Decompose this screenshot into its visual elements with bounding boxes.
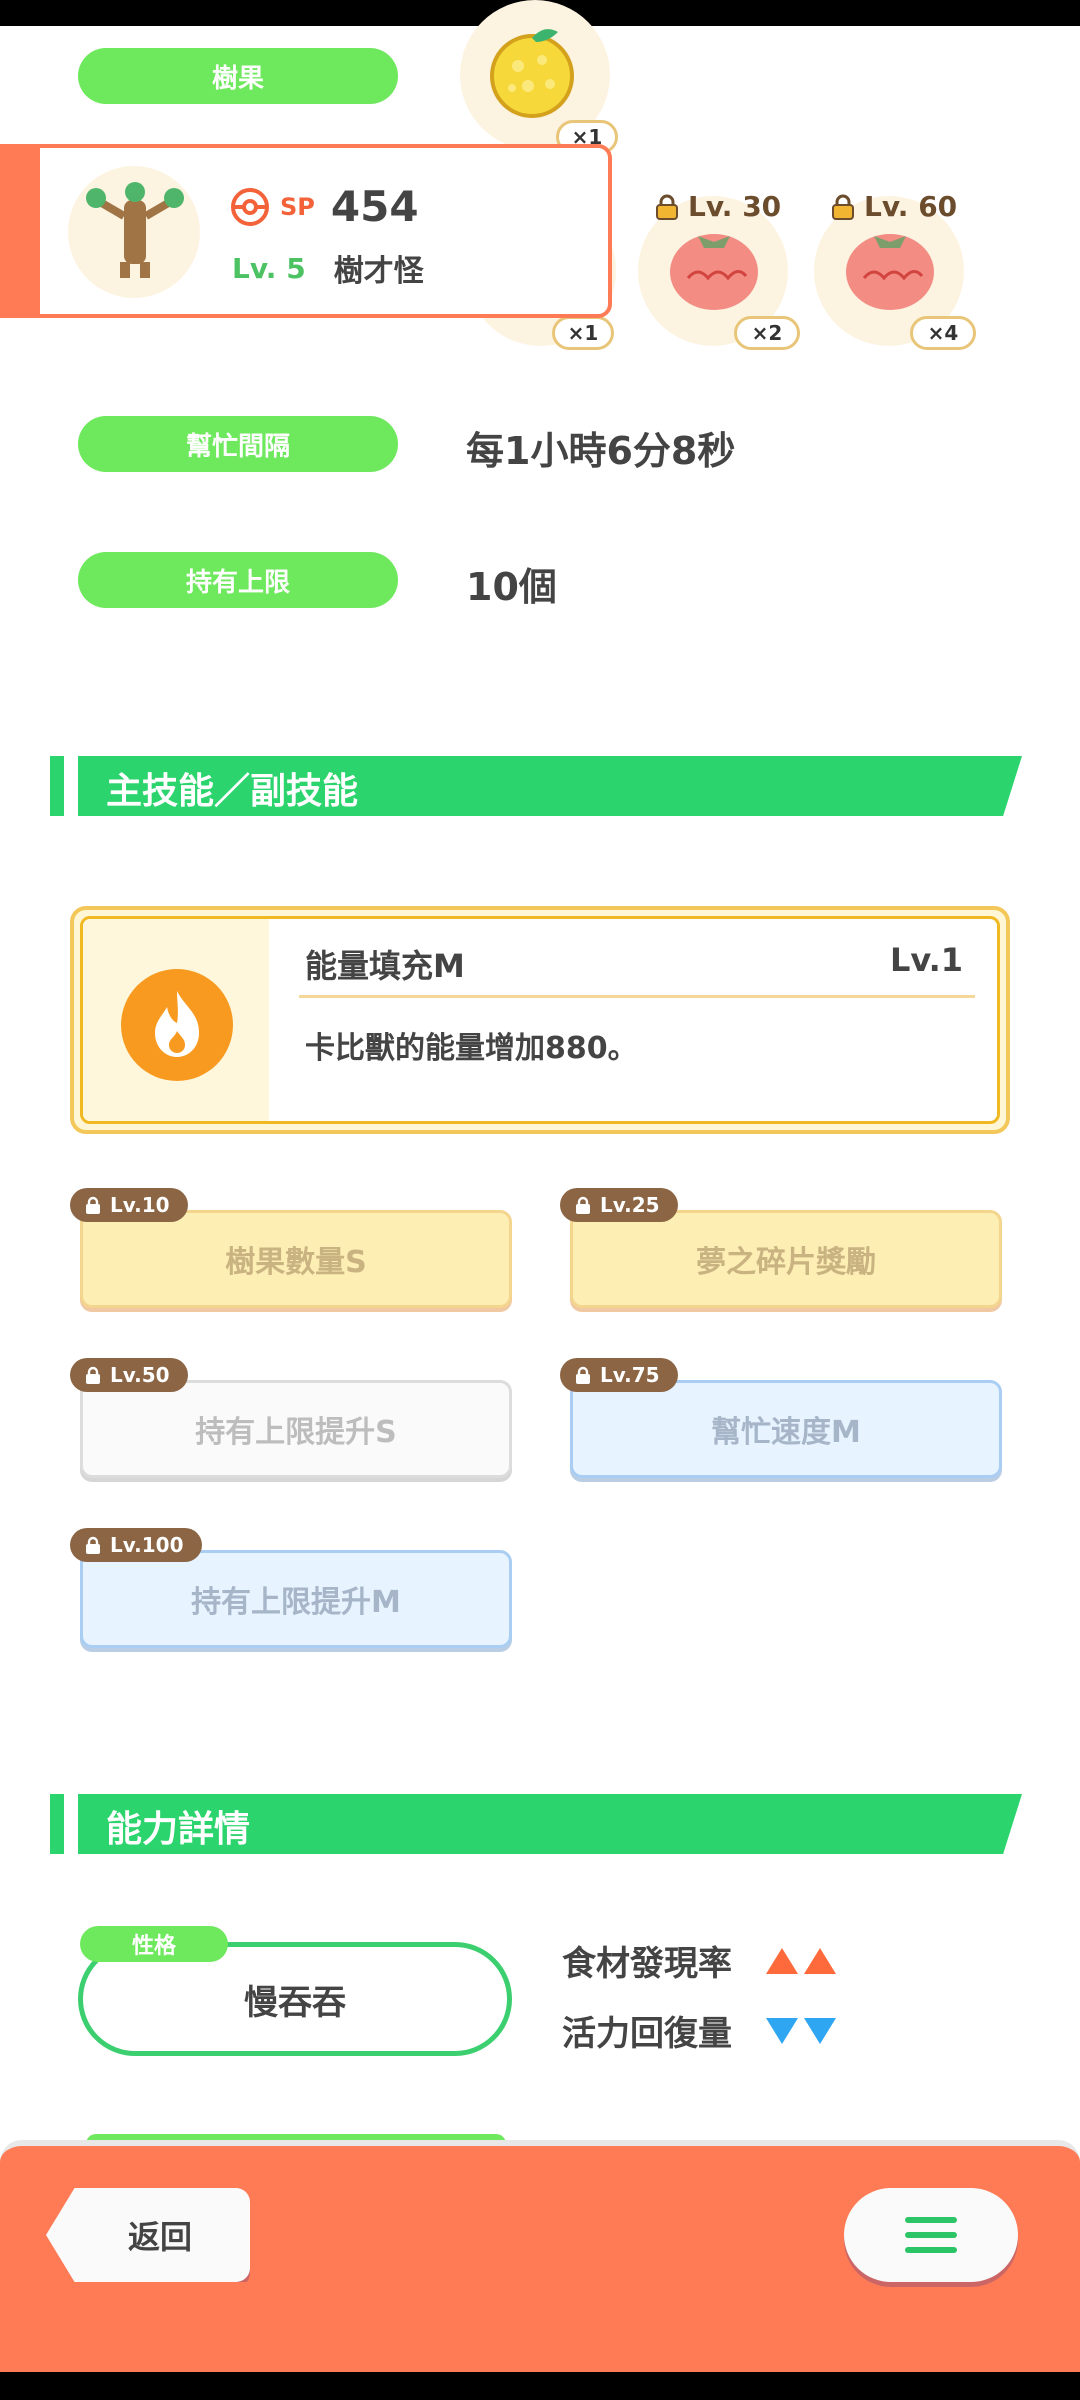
lock-icon [576,1196,590,1214]
ingredient-count-1: ×1 [552,316,614,350]
sub-skill-lock-tag-1: Lv.10 [70,1188,188,1222]
skill-divider [299,995,975,998]
fire-icon [121,969,233,1081]
carry-limit-label: 持有上限 [78,552,398,608]
back-button-label: 返回 [127,2218,192,2256]
pokemon-card[interactable]: SP 454 Lv. 5 樹才怪 [0,144,612,318]
skills-section-header: 主技能／副技能 [50,756,1030,816]
help-interval-value: 每1小時6分8秒 [466,429,736,473]
ingredient-count-3: ×4 [910,316,976,350]
effect-label-up: 食材發現率 [562,1944,732,1984]
lock-level-2: Lv. 30 [654,190,781,223]
lock-icon [832,194,854,220]
ingredient-count-2: ×2 [734,316,800,350]
sub-skill-5[interactable]: 持有上限提升M [80,1550,512,1648]
effect-row-up: 食材發現率 [562,1936,836,1985]
pokemon-avatar [68,166,200,298]
sudowoodo-icon [86,182,184,278]
sub-skill-lock-tag-4: Lv.75 [560,1358,678,1392]
lock-level-text: Lv. 30 [688,190,782,223]
lock-icon [86,1366,100,1384]
sub-skill-lock-tag-2: Lv.25 [560,1188,678,1222]
sub-skill-2[interactable]: 夢之碎片獎勵 [570,1210,1002,1308]
sp-value: 454 [330,182,419,231]
carry-limit-value: 10個 [466,565,557,609]
ability-section-title: 能力詳情 [106,1809,251,1850]
tomato-icon [844,222,936,316]
lock-icon [86,1196,100,1214]
pokemon-name: 樹才怪 [333,254,424,289]
back-button[interactable]: 返回 [46,2188,250,2282]
lock-level-text: Lv.50 [110,1363,170,1387]
berry-label: 樹果 [78,48,398,104]
ability-section-header: 能力詳情 [50,1794,1030,1854]
berry-icon [488,24,576,120]
lock-level-text: Lv.100 [110,1533,184,1557]
lock-level-3: Lv. 60 [830,190,957,223]
lock-icon [86,1536,100,1554]
sub-skill-4[interactable]: 幫忙速度M [570,1380,1002,1478]
effect-label-down: 活力回復量 [562,2014,732,2054]
nature-tag: 性格 [80,1926,228,1962]
up-arrows-icon [766,1947,836,1974]
sub-skill-3[interactable]: 持有上限提升S [80,1380,512,1478]
tomato-icon [668,222,760,316]
main-skill-card[interactable]: 能量填充M Lv.1 卡比獸的能量增加880。 [70,906,1010,1134]
skill-icon-box [83,919,269,1121]
sub-skill-1[interactable]: 樹果數量S [80,1210,512,1308]
skills-section-title: 主技能／副技能 [106,771,359,812]
lock-level-text: Lv. 60 [864,190,958,223]
lock-level-text: Lv.75 [600,1363,660,1387]
lock-level-text: Lv.10 [110,1193,170,1217]
pokeball-icon [231,187,269,226]
lock-level-text: Lv.25 [600,1193,660,1217]
lock-icon [576,1366,590,1384]
system-nav-bar [0,2372,1080,2400]
main-skill-name: 能量填充M [305,947,465,985]
main-skill-description: 卡比獸的能量增加880。 [305,1031,638,1066]
card-stripe [0,144,38,318]
menu-button[interactable] [844,2188,1018,2282]
sub-skill-lock-tag-3: Lv.50 [70,1358,188,1392]
card-box: SP 454 Lv. 5 樹才怪 [36,144,612,318]
help-interval-label: 幫忙間隔 [78,416,398,472]
hamburger-menu-icon [905,2217,957,2253]
effect-row-down: 活力回復量 [562,2006,836,2055]
pokemon-level: Lv. 5 [232,251,306,285]
main-skill-level: Lv.1 [889,941,963,979]
down-arrows-icon [766,2017,836,2044]
sp-label: SP [280,192,315,221]
sub-skill-lock-tag-5: Lv.100 [70,1528,202,1562]
lock-icon [656,194,678,220]
